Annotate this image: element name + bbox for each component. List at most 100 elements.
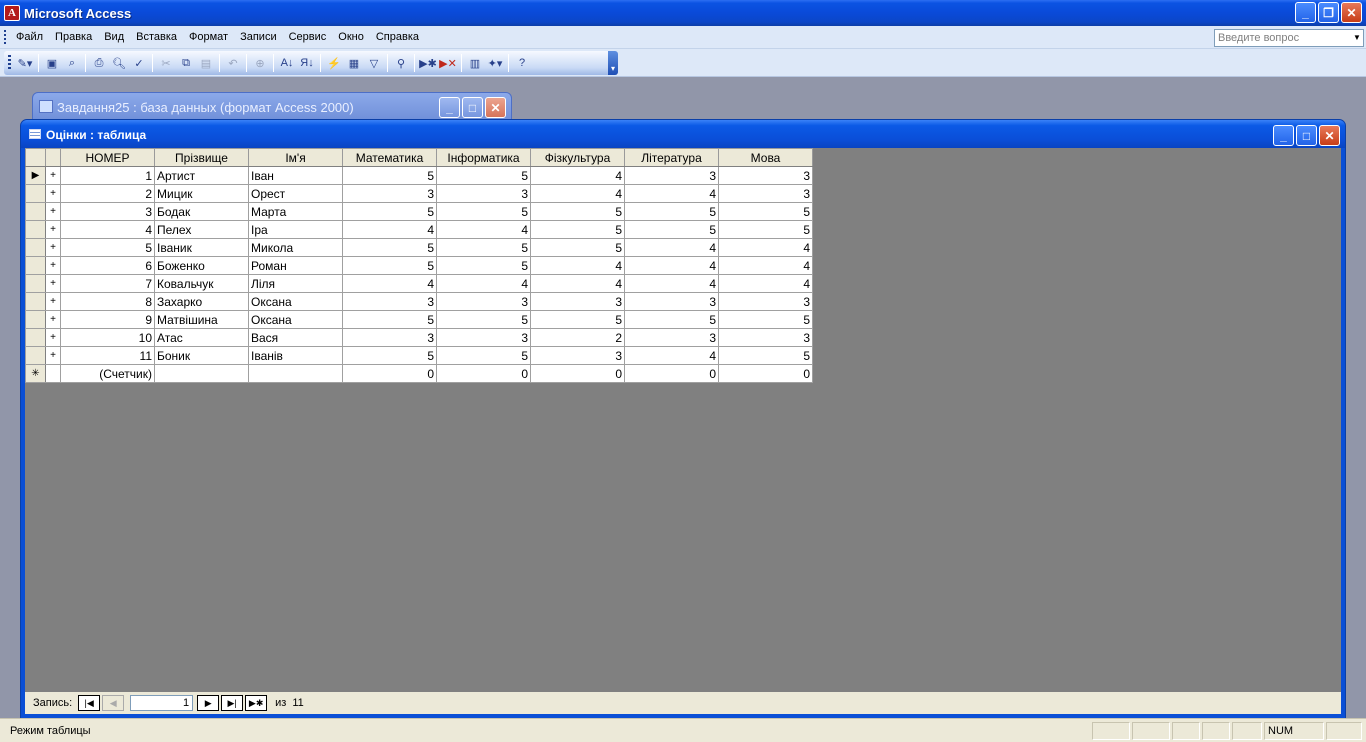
column-header-math[interactable]: Математика xyxy=(342,148,437,167)
record-selector[interactable] xyxy=(25,202,46,221)
cell-name[interactable] xyxy=(248,364,343,383)
paste-icon[interactable]: ▤ xyxy=(196,53,216,73)
cell-language[interactable]: 3 xyxy=(718,184,813,203)
help-icon[interactable]: ? xyxy=(512,53,532,73)
cell-informatics[interactable]: 5 xyxy=(436,346,531,365)
cell-surname[interactable]: Артист xyxy=(154,166,249,185)
cell-math[interactable]: 3 xyxy=(342,328,437,347)
cell-math[interactable]: 3 xyxy=(342,184,437,203)
cell-literature[interactable]: 4 xyxy=(624,256,719,275)
expand-subdatasheet-icon[interactable]: + xyxy=(45,274,61,293)
cell-language[interactable]: 4 xyxy=(718,238,813,257)
record-selector[interactable] xyxy=(25,274,46,293)
table-row[interactable]: +2 Мицик Орест 3 3 4 4 3 xyxy=(25,184,813,203)
cell-name[interactable]: Оксана xyxy=(248,310,343,329)
cell-pe[interactable]: 4 xyxy=(530,184,625,203)
print-preview-icon[interactable]: 🔍︎ xyxy=(109,53,129,73)
cell-nomer[interactable]: 7 xyxy=(60,274,155,293)
record-selector[interactable] xyxy=(25,292,46,311)
table-row[interactable]: +11 Боник Іванів 5 5 3 4 5 xyxy=(25,346,813,365)
cell-literature[interactable]: 0 xyxy=(624,364,719,383)
expand-subdatasheet-icon[interactable]: + xyxy=(45,310,61,329)
table-maximize-button[interactable]: □ xyxy=(1296,125,1317,146)
cell-math[interactable]: 3 xyxy=(342,292,437,311)
toolbar-grip[interactable] xyxy=(8,55,11,71)
menu-file[interactable]: Файл xyxy=(10,31,49,43)
filter-by-selection-icon[interactable]: ⚡ xyxy=(324,53,344,73)
cell-math[interactable]: 5 xyxy=(342,256,437,275)
cell-pe[interactable]: 2 xyxy=(530,328,625,347)
menu-help[interactable]: Справка xyxy=(370,31,425,43)
cell-surname[interactable] xyxy=(154,364,249,383)
hyperlink-icon[interactable]: ⊕ xyxy=(250,53,270,73)
cell-literature[interactable]: 3 xyxy=(624,166,719,185)
print-icon[interactable]: ⎙ xyxy=(89,53,109,73)
cell-surname[interactable]: Мицик xyxy=(154,184,249,203)
view-icon[interactable]: ✎▾ xyxy=(15,53,35,73)
column-header-nomer[interactable]: НОМЕР xyxy=(60,148,155,167)
cell-name[interactable]: Оксана xyxy=(248,292,343,311)
menu-insert[interactable]: Вставка xyxy=(130,31,183,43)
close-button[interactable]: ✕ xyxy=(1341,2,1362,23)
record-selector[interactable] xyxy=(25,238,46,257)
table-row[interactable]: +8 Захарко Оксана 3 3 3 3 3 xyxy=(25,292,813,311)
new-record-nav-button[interactable]: ▶✱ xyxy=(245,695,268,711)
cell-informatics[interactable]: 5 xyxy=(436,166,531,185)
cell-math[interactable]: 5 xyxy=(342,238,437,257)
cell-nomer[interactable]: 6 xyxy=(60,256,155,275)
table-close-button[interactable]: ✕ xyxy=(1319,125,1340,146)
copy-icon[interactable]: ⧉ xyxy=(176,53,196,73)
column-header-informatics[interactable]: Інформатика xyxy=(436,148,531,167)
cell-literature[interactable]: 4 xyxy=(624,274,719,293)
cell-informatics[interactable]: 0 xyxy=(436,364,531,383)
table-row[interactable]: +3 Бодак Марта 5 5 5 5 5 xyxy=(25,202,813,221)
cell-surname[interactable]: Матвішина xyxy=(154,310,249,329)
cell-nomer[interactable]: 8 xyxy=(60,292,155,311)
undo-icon[interactable]: ↶ xyxy=(223,53,243,73)
cell-pe[interactable]: 5 xyxy=(530,220,625,239)
cell-pe[interactable]: 4 xyxy=(530,166,625,185)
cell-literature[interactable]: 5 xyxy=(624,310,719,329)
cell-name[interactable]: Ліля xyxy=(248,274,343,293)
menu-format[interactable]: Формат xyxy=(183,31,234,43)
next-record-button[interactable]: ▶ xyxy=(197,695,220,711)
record-selector[interactable] xyxy=(25,346,46,365)
cell-informatics[interactable]: 5 xyxy=(436,256,531,275)
sort-ascending-icon[interactable]: A↓ xyxy=(277,53,297,73)
cell-math[interactable]: 5 xyxy=(342,310,437,329)
cell-name[interactable]: Орест xyxy=(248,184,343,203)
cell-nomer[interactable]: 10 xyxy=(60,328,155,347)
cell-informatics[interactable]: 5 xyxy=(436,310,531,329)
help-dropdown-icon[interactable]: ▼ xyxy=(1351,30,1363,46)
cell-language[interactable]: 4 xyxy=(718,274,813,293)
cell-literature[interactable]: 4 xyxy=(624,346,719,365)
cell-surname[interactable]: Іваник xyxy=(154,238,249,257)
expand-subdatasheet-icon[interactable]: + xyxy=(45,256,61,275)
cell-informatics[interactable]: 3 xyxy=(436,292,531,311)
cell-nomer[interactable]: 9 xyxy=(60,310,155,329)
previous-record-button[interactable]: ◀ xyxy=(102,695,125,711)
cell-nomer[interactable]: 5 xyxy=(60,238,155,257)
cell-pe[interactable]: 0 xyxy=(530,364,625,383)
cell-language[interactable]: 3 xyxy=(718,292,813,311)
cell-surname[interactable]: Ковальчук xyxy=(154,274,249,293)
cell-informatics[interactable]: 3 xyxy=(436,328,531,347)
help-question-input[interactable]: Введите вопрос ▼ xyxy=(1214,29,1364,47)
record-selector[interactable] xyxy=(25,328,46,347)
cell-nomer[interactable]: 2 xyxy=(60,184,155,203)
cell-surname[interactable]: Боженко xyxy=(154,256,249,275)
minimize-button[interactable]: _ xyxy=(1295,2,1316,23)
cell-literature[interactable]: 5 xyxy=(624,202,719,221)
cell-language[interactable]: 5 xyxy=(718,346,813,365)
cell-pe[interactable]: 3 xyxy=(530,346,625,365)
cell-name[interactable]: Іра xyxy=(248,220,343,239)
menu-view[interactable]: Вид xyxy=(98,31,130,43)
column-header-name[interactable]: Ім'я xyxy=(248,148,343,167)
cell-pe[interactable]: 5 xyxy=(530,238,625,257)
cell-literature[interactable]: 4 xyxy=(624,184,719,203)
first-record-button[interactable]: |◀ xyxy=(78,695,101,711)
cell-name[interactable]: Роман xyxy=(248,256,343,275)
menu-grip[interactable] xyxy=(4,30,6,44)
new-object-icon[interactable]: ✦▾ xyxy=(485,53,505,73)
expand-subdatasheet-icon[interactable]: + xyxy=(45,292,61,311)
